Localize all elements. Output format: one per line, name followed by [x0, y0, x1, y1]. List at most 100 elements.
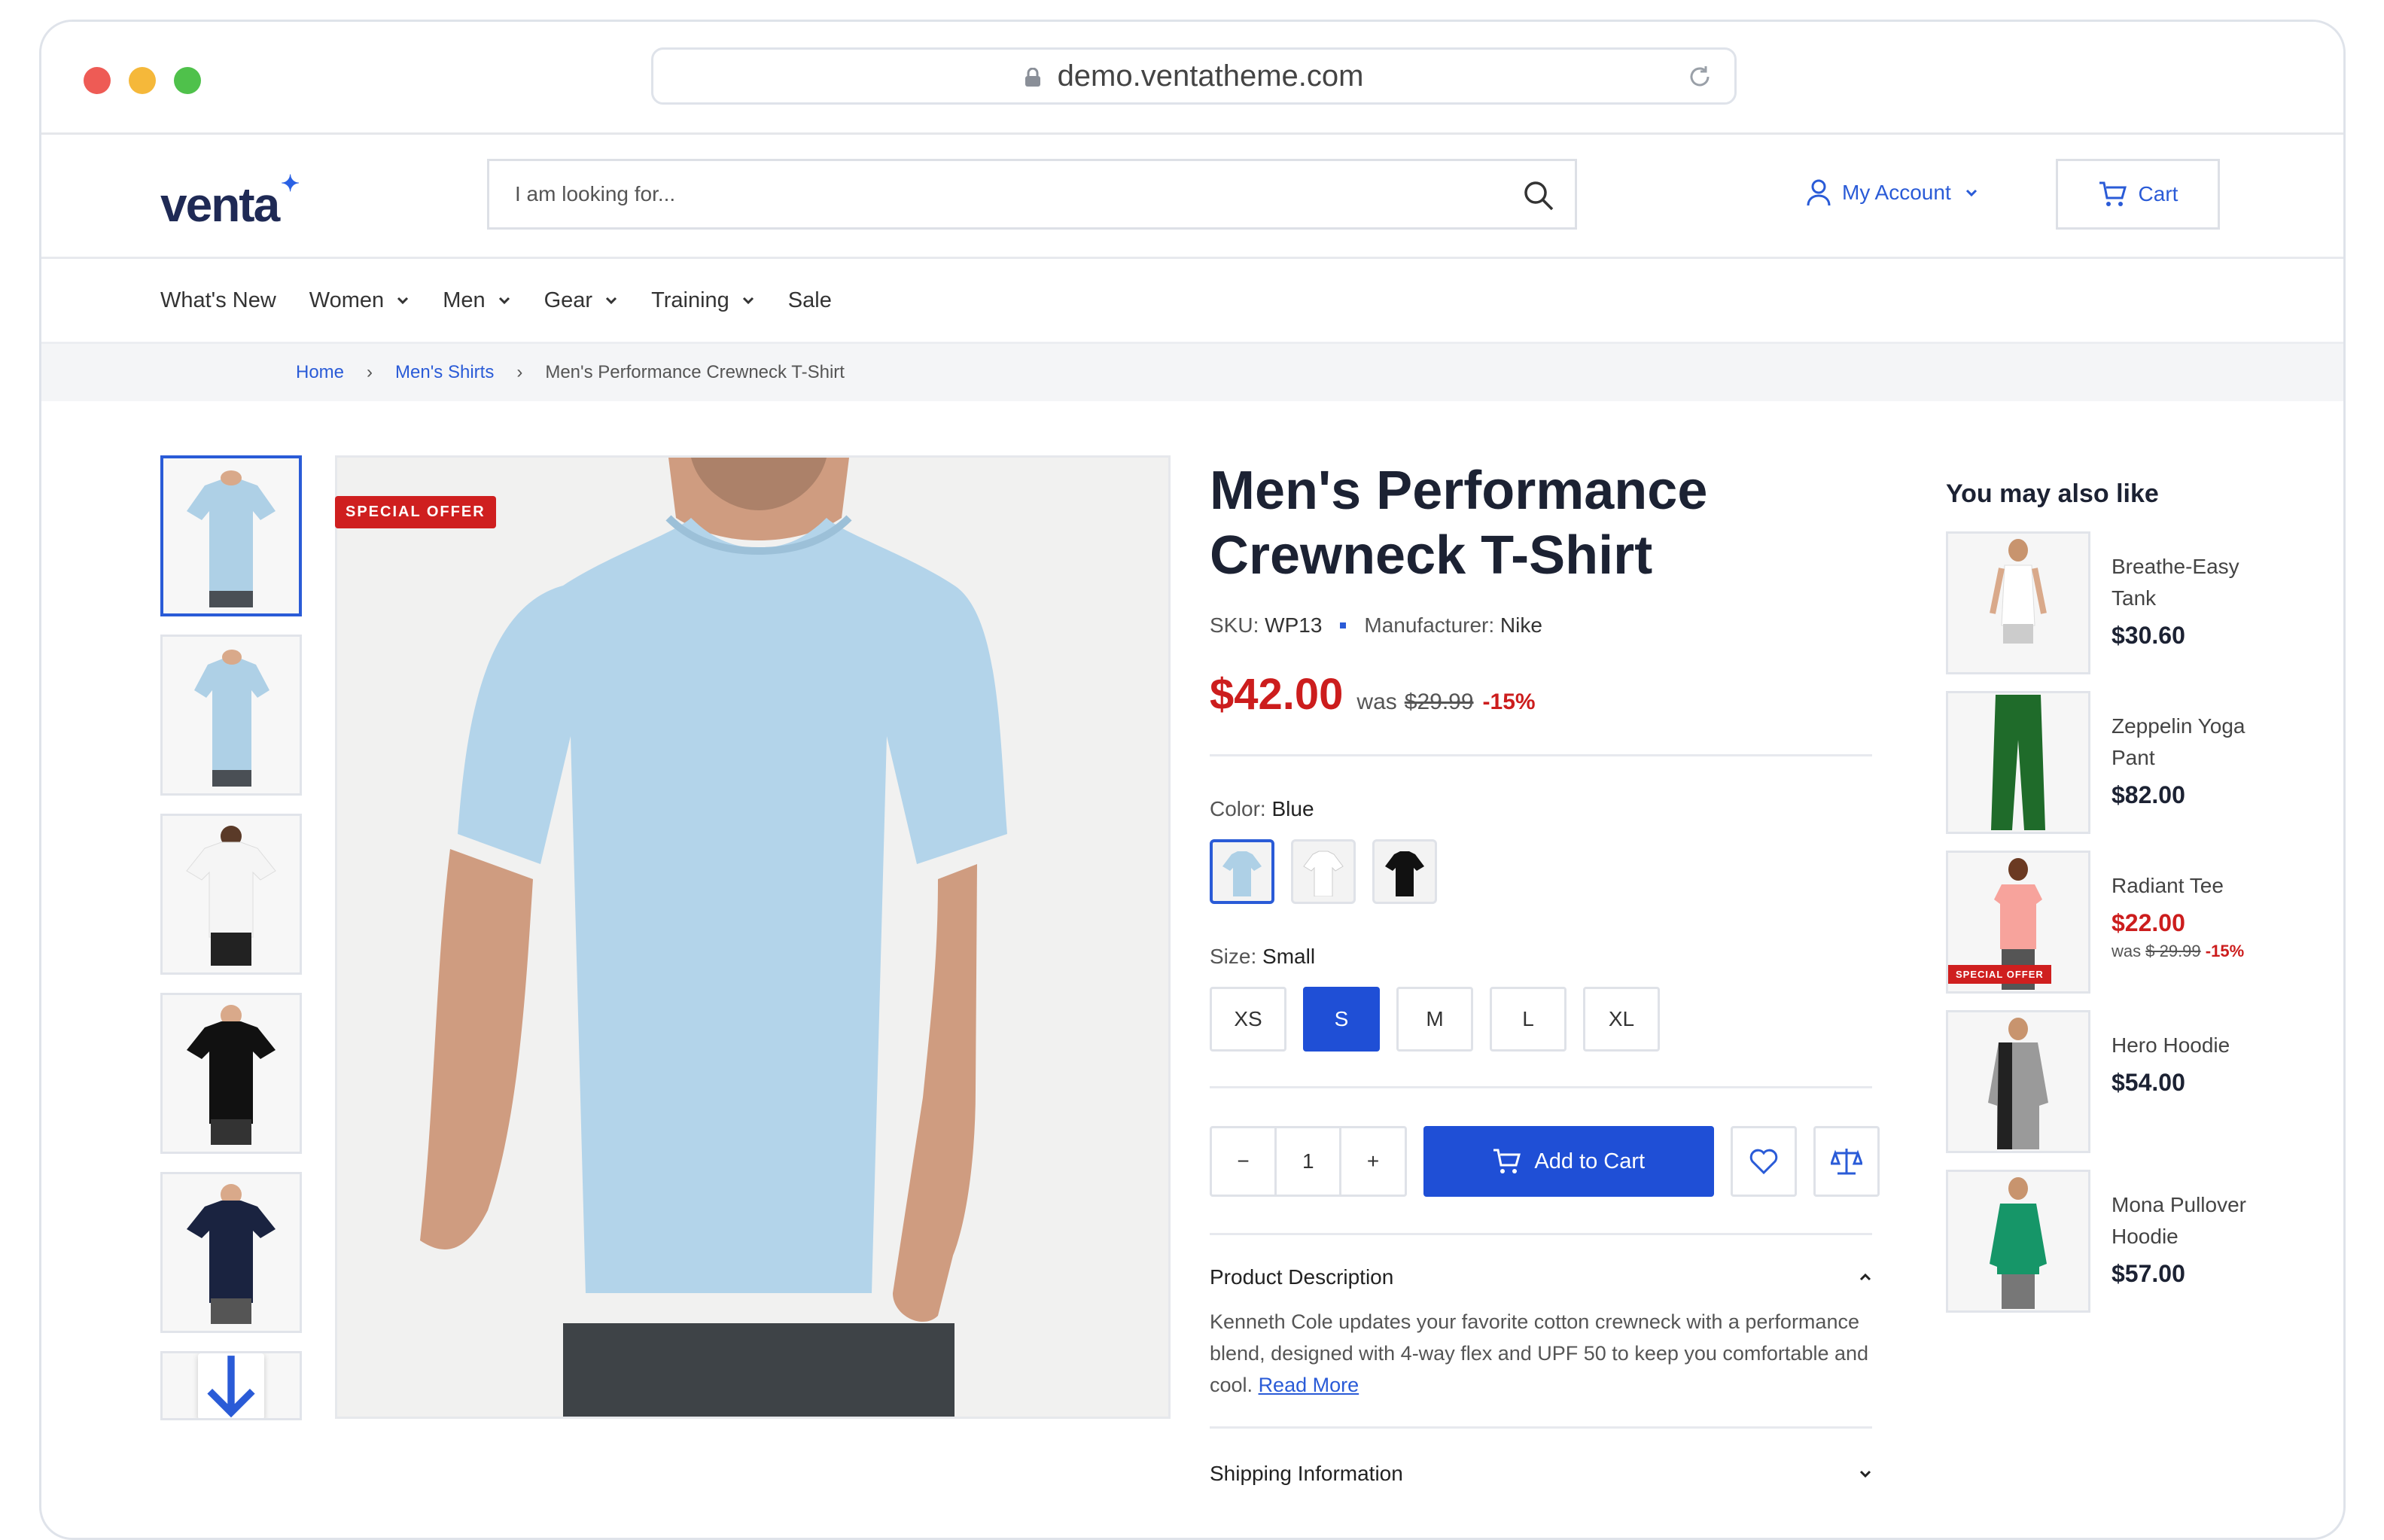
size-selector-label: Size: Small — [1210, 945, 1880, 969]
recommendation-price: $30.60 — [2111, 622, 2185, 649]
recommendation-name: Breathe-Easy Tank — [2111, 555, 2239, 610]
size-option-xl[interactable]: XL — [1583, 987, 1660, 1052]
product-meta: SKU: WP13 Manufacturer: Nike — [1210, 613, 1880, 638]
size-value: Small — [1262, 945, 1316, 968]
manufacturer-label: Manufacturer: — [1364, 613, 1495, 637]
special-offer-badge: SPECIAL OFFER — [335, 496, 496, 528]
chevron-right-icon: › — [367, 362, 373, 382]
my-account-menu[interactable]: My Account — [1806, 178, 1978, 207]
read-more-link[interactable]: Read More — [1259, 1374, 1359, 1396]
nav-item-sale[interactable]: Sale — [788, 288, 832, 313]
thumbnail-blue-side[interactable] — [160, 635, 302, 796]
recommendation-price: $22.00 — [2111, 909, 2185, 936]
discount-badge: -15% — [1482, 689, 1536, 714]
wishlist-button[interactable] — [1730, 1126, 1797, 1197]
size-label: Size: — [1210, 945, 1257, 968]
product-thumbnail[interactable] — [1946, 1170, 2090, 1313]
chevron-down-icon — [742, 297, 754, 305]
nav-item-women[interactable]: Women — [309, 288, 410, 313]
address-bar[interactable]: demo.ventatheme.com — [651, 47, 1737, 105]
product-thumbnail[interactable] — [1946, 691, 2090, 834]
recommendation-name: Hero Hoodie — [2111, 1033, 2230, 1057]
reload-icon[interactable] — [1685, 62, 1715, 92]
arrow-down-icon — [207, 1356, 255, 1418]
product-thumbnail[interactable]: SPECIAL OFFER — [1946, 851, 2090, 994]
close-window-button[interactable] — [84, 67, 111, 94]
recommendation-old-price: was $ 29.99 -15% — [2111, 942, 2262, 961]
quantity-increase-button[interactable]: + — [1341, 1128, 1404, 1195]
sparkle-icon: ✦ — [281, 172, 300, 196]
product-description-accordion[interactable]: Product Description — [1210, 1265, 1872, 1289]
scroll-thumbnails-down-button[interactable] — [198, 1353, 264, 1418]
chevron-down-icon — [1859, 1470, 1871, 1478]
nav-item-training[interactable]: Training — [651, 288, 755, 313]
my-account-label: My Account — [1842, 181, 1951, 204]
recommendations: You may also like Breathe-Easy Tank $30.6… — [1946, 455, 2262, 1313]
tshirt-image — [187, 1184, 276, 1324]
thumbnail-navy[interactable] — [160, 1172, 302, 1333]
scale-icon — [1830, 1149, 1862, 1175]
quantity-decrease-button[interactable]: − — [1212, 1128, 1274, 1195]
breadcrumb: Home › Men's Shirts › Men's Performance … — [41, 344, 2343, 401]
size-option-m[interactable]: M — [1396, 987, 1473, 1052]
tshirt-image — [1222, 851, 1262, 896]
color-swatch-white[interactable] — [1291, 839, 1356, 904]
manufacturer-value: Nike — [1500, 613, 1542, 637]
divider — [1210, 1086, 1872, 1088]
size-option-s[interactable]: S — [1303, 987, 1380, 1052]
divider — [1210, 1233, 1872, 1235]
compare-button[interactable] — [1813, 1126, 1880, 1197]
quantity-input[interactable]: 1 — [1274, 1128, 1342, 1195]
search-icon[interactable] — [1522, 179, 1555, 212]
tshirt-image — [186, 826, 276, 966]
title-line: Men's Performance — [1210, 461, 1708, 521]
breadcrumb-category-link[interactable]: Men's Shirts — [395, 362, 494, 383]
thumbnail-navy-partial[interactable] — [160, 1351, 302, 1420]
recommendation-item[interactable]: Breathe-Easy Tank $30.60 — [1946, 531, 2262, 674]
chevron-down-icon — [397, 297, 409, 305]
color-swatch-black[interactable] — [1372, 839, 1437, 904]
size-option-xs[interactable]: XS — [1210, 987, 1286, 1052]
venta-logo[interactable]: venta ✦ — [160, 172, 300, 233]
sku-value: WP13 — [1265, 613, 1323, 637]
size-option-l[interactable]: L — [1490, 987, 1566, 1052]
cart-icon — [2099, 181, 2127, 206]
search-placeholder: I am looking for... — [515, 182, 676, 205]
color-swatch-blue[interactable] — [1210, 839, 1274, 904]
breadcrumb-home-link[interactable]: Home — [296, 362, 344, 383]
thumbnail-blue-front[interactable] — [160, 455, 302, 616]
price-block: $42.00 was $29.99 -15% — [1210, 669, 1880, 720]
purchase-row: − 1 + Add to Cart — [1210, 1126, 1880, 1197]
accordion-title: Shipping Information — [1210, 1462, 1403, 1485]
cart-icon — [1493, 1149, 1521, 1173]
was-label: was — [1356, 689, 1397, 714]
recommendation-item[interactable]: Zeppelin Yoga Pant $82.00 — [1946, 691, 2262, 834]
maximize-window-button[interactable] — [174, 67, 201, 94]
nav-item-men[interactable]: Men — [443, 288, 510, 313]
add-to-cart-button[interactable]: Add to Cart — [1423, 1126, 1714, 1197]
color-value: Blue — [1271, 797, 1314, 820]
nav-label: What's New — [160, 288, 276, 312]
chevron-down-icon — [498, 297, 510, 305]
shipping-information-accordion[interactable]: Shipping Information — [1210, 1462, 1872, 1486]
product-thumbnail[interactable] — [1946, 1010, 2090, 1153]
product-info: Men's Performance Crewneck T-Shirt SKU: W… — [1210, 455, 1880, 1486]
cart-button[interactable]: Cart — [2056, 159, 2220, 230]
thumbnail-black[interactable] — [160, 993, 302, 1154]
product-thumbnail[interactable] — [1946, 531, 2090, 674]
cart-label: Cart — [2138, 182, 2178, 205]
recommendation-price: $57.00 — [2111, 1260, 2185, 1287]
recommendation-item[interactable]: SPECIAL OFFER Radiant Tee $22.00 was $ 29.… — [1946, 851, 2262, 994]
was-label: was — [2111, 942, 2142, 960]
main-product-image[interactable] — [335, 455, 1171, 1419]
thumbnail-white[interactable] — [160, 814, 302, 975]
nav-item-gear[interactable]: Gear — [544, 288, 618, 313]
divider — [1210, 1426, 1872, 1429]
search-input[interactable]: I am looking for... — [487, 159, 1577, 230]
site-header: venta ✦ I am looking for... My Account Ca… — [41, 135, 2343, 259]
nav-item-whats-new[interactable]: What's New — [160, 288, 276, 313]
recommendation-item[interactable]: Hero Hoodie $54.00 — [1946, 1010, 2262, 1153]
minimize-window-button[interactable] — [129, 67, 156, 94]
recommendation-item[interactable]: Mona Pullover Hoodie $57.00 — [1946, 1170, 2262, 1313]
pants-image — [1991, 695, 2045, 830]
